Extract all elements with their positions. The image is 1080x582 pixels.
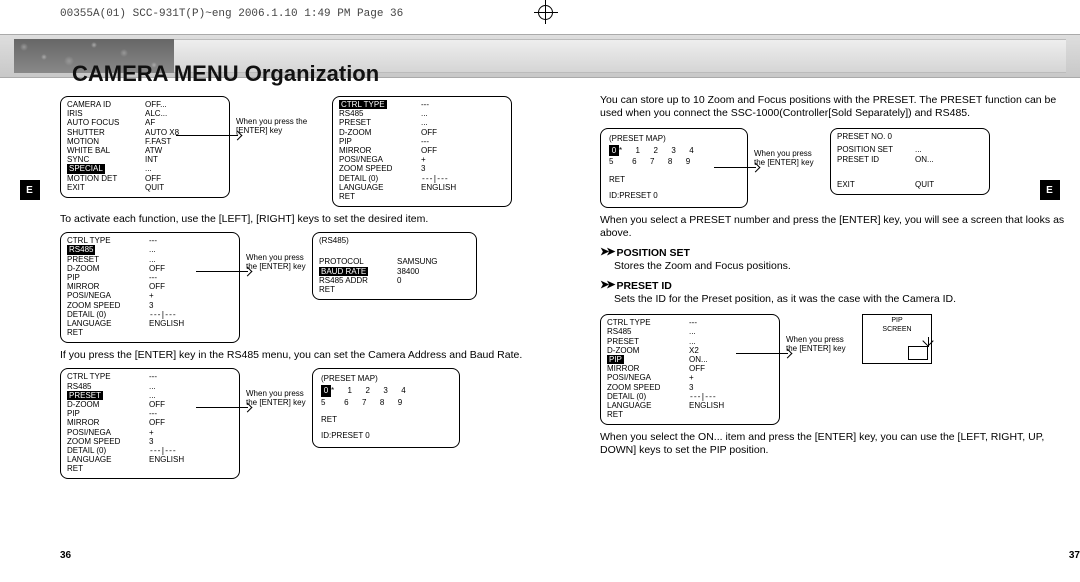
bullet-icon: ➤➤ bbox=[600, 279, 612, 293]
position-set-heading: ➤➤ POSITION SET bbox=[600, 246, 1080, 260]
page-num-37: 37 bbox=[1069, 550, 1080, 563]
pip-note: When you select the ON... item and press… bbox=[600, 431, 1080, 457]
side-tab-left: E bbox=[20, 180, 40, 200]
preset-id-body: Sets the ID for the Preset position, as … bbox=[614, 293, 1080, 306]
page-title: CAMERA MENU Organization bbox=[72, 61, 379, 87]
preset-map-1: (PRESET MAP) 0* 1 2 3 4 5 6 7 8 9 RET ID… bbox=[312, 368, 460, 448]
page-36: CAMERA IDOFF... IRISALC... AUTO FOCUSAF … bbox=[60, 90, 540, 562]
preset-no-menu: PRESET NO. 0 POSITION SET... PRESET IDON… bbox=[830, 128, 990, 195]
arrow-note-2: When you press the [ENTER] key bbox=[246, 232, 306, 272]
page-num-36: 36 bbox=[60, 550, 71, 563]
print-slug: 00355A(01) SCC-931T(P)~eng 2006.1.10 1:4… bbox=[60, 8, 403, 20]
preset-id-heading: ➤➤ PRESET ID bbox=[600, 279, 1080, 293]
special-menu-preset: CTRL TYPE--- RS485... PRESET... D-ZOOMOF… bbox=[60, 368, 240, 479]
intro-text: You can store up to 10 Zoom and Focus po… bbox=[600, 94, 1080, 120]
bullet-icon: ➤➤ bbox=[600, 246, 612, 260]
pip-screen-diagram: PIPSCREEN bbox=[862, 314, 932, 364]
special-menu-pip: CTRL TYPE--- RS485... PRESET... D-ZOOMX2… bbox=[600, 314, 780, 425]
para-activate: To activate each function, use the [LEFT… bbox=[60, 213, 540, 226]
arrow-note-3: When you press the [ENTER] key bbox=[246, 368, 306, 408]
title-banner: CAMERA MENU Organization bbox=[0, 34, 1080, 78]
special-menu-rs485: CTRL TYPE--- RS485... PRESET... D-ZOOMOF… bbox=[60, 232, 240, 343]
after-map: When you select a PRESET number and pres… bbox=[600, 214, 1080, 240]
main-menu: CAMERA IDOFF... IRISALC... AUTO FOCUSAF … bbox=[60, 96, 230, 198]
arrow-note-1: When you press the [ENTER] key bbox=[236, 96, 326, 136]
position-set-body: Stores the Zoom and Focus positions. bbox=[614, 260, 1080, 273]
para-rs485: If you press the [ENTER] key in the RS48… bbox=[60, 349, 540, 362]
special-menu-1: CTRL TYPE--- RS485... PRESET... D-ZOOMOF… bbox=[332, 96, 512, 207]
rs485-menu: (RS485) PROTOCOLSAMSUNG BAUD RATE38400 R… bbox=[312, 232, 477, 300]
arrow-note-4: When you press the [ENTER] key bbox=[754, 128, 824, 168]
page-37: You can store up to 10 Zoom and Focus po… bbox=[600, 90, 1080, 562]
arrow-note-5: When you press the [ENTER] key bbox=[786, 314, 856, 354]
